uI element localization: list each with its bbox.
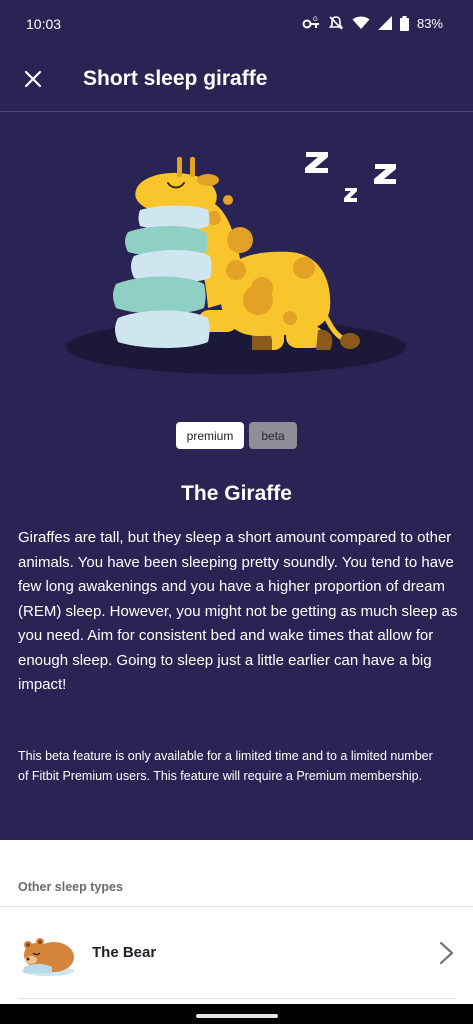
sleep-type-item-bear[interactable]: The Bear: [0, 907, 473, 999]
svg-text:G: G: [313, 17, 318, 23]
sleeping-giraffe-illustration: [66, 152, 406, 374]
bear-icon: [22, 938, 74, 976]
navigation-gesture-area: [0, 1004, 473, 1024]
list-divider: [18, 998, 455, 999]
close-button[interactable]: [18, 64, 48, 94]
sleep-animal-description: Giraffes are tall, but they sleep a shor…: [18, 529, 458, 693]
status-bar: 10:03 G 83%: [0, 0, 473, 46]
beta-badge: beta: [249, 422, 297, 449]
status-time: 10:03: [26, 16, 62, 32]
home-gesture-handle[interactable]: [196, 1014, 278, 1018]
page-title: Short sleep giraffe: [83, 67, 268, 90]
battery-percentage: 83%: [416, 15, 443, 31]
pillow-stack: [113, 205, 212, 348]
sleep-animal-title: The Giraffe: [181, 482, 292, 505]
alarm-off-icon: [328, 16, 344, 30]
other-sleep-types-heading: Other sleep types: [18, 880, 123, 894]
close-icon: [24, 70, 42, 88]
signal-icon: [377, 16, 392, 30]
wifi-icon: [352, 16, 370, 29]
status-icons: G 83%: [302, 14, 443, 32]
battery-icon: [399, 15, 409, 31]
badges: premium beta: [0, 422, 473, 449]
sleep-profile-screen: 10:03 G 83% Short sleep giraffe premium …: [0, 0, 473, 1024]
sleep-z-icon: [305, 152, 396, 202]
chevron-right-icon: [439, 941, 454, 965]
other-sleep-types-section: Other sleep types The Bear: [0, 840, 473, 1024]
sleep-type-label: The Bear: [92, 944, 157, 961]
header: Short sleep giraffe: [0, 46, 473, 112]
vpn-key-icon: G: [302, 17, 319, 29]
premium-badge: premium: [176, 422, 244, 449]
beta-disclaimer: This beta feature is only available for …: [18, 749, 433, 783]
